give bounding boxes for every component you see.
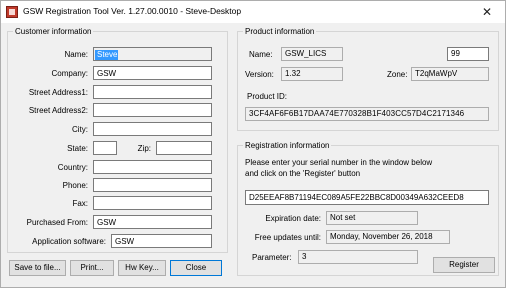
phone-label: Phone:: [62, 181, 88, 190]
zip-field[interactable]: [156, 141, 212, 155]
version-value: 1.32: [281, 67, 343, 81]
company-label: Company:: [51, 69, 88, 78]
company-field[interactable]: [93, 66, 212, 80]
zone-label: Zone:: [387, 70, 408, 79]
window-title: GSW Registration Tool Ver. 1.27.00.0010 …: [23, 6, 242, 16]
product-name-label: Name:: [249, 50, 273, 59]
expiration-date-label: Expiration date:: [265, 214, 321, 223]
version-label: Version:: [245, 70, 274, 79]
product-info-legend: Product information: [245, 27, 315, 36]
country-field[interactable]: [93, 160, 212, 174]
window-close-icon[interactable]: ✕: [473, 2, 501, 22]
product-id-value: 3CF4AF6F6B17DAA74E770328B1F403CC57D4C217…: [245, 107, 489, 121]
street1-label: Street Address1:: [28, 88, 88, 97]
serial-number-field[interactable]: [245, 190, 489, 205]
free-updates-value: Monday, November 26, 2018: [326, 230, 450, 244]
street2-label: Street Address2:: [28, 106, 88, 115]
zip-label: Zip:: [137, 144, 151, 153]
application-software-field[interactable]: [111, 234, 212, 248]
register-button[interactable]: Register: [433, 257, 495, 273]
title-bar[interactable]: GSW Registration Tool Ver. 1.27.00.0010 …: [1, 1, 505, 23]
country-label: Country:: [57, 163, 88, 172]
purchased-from-label: Purchased From:: [26, 218, 88, 227]
parameter-label: Parameter:: [252, 253, 292, 262]
registration-instructions: Please enter your serial number in the w…: [245, 158, 433, 178]
state-field[interactable]: [93, 141, 117, 155]
parameter-value: 3: [298, 250, 418, 264]
free-updates-label: Free updates until:: [254, 233, 321, 242]
customer-name-field[interactable]: [93, 47, 212, 61]
print-button[interactable]: Print...: [70, 260, 114, 276]
registration-dialog: GSW Registration Tool Ver. 1.27.00.0010 …: [0, 0, 506, 288]
close-button[interactable]: Close: [170, 260, 222, 276]
app-icon: [6, 6, 18, 18]
license-count-value: 99: [447, 47, 489, 61]
purchased-from-field[interactable]: [93, 215, 212, 229]
product-name-value: GSW_LICS: [281, 47, 343, 61]
street1-field[interactable]: [93, 85, 212, 99]
name-label: Name:: [64, 50, 88, 59]
registration-info-legend: Registration information: [245, 141, 330, 150]
fax-label: Fax:: [72, 199, 88, 208]
save-to-file-button[interactable]: Save to file...: [9, 260, 66, 276]
application-software-label: Application software:: [32, 237, 106, 246]
customer-info-legend: Customer information: [15, 27, 92, 36]
city-field[interactable]: [93, 122, 212, 136]
zone-value: T2qMaWpV: [411, 67, 489, 81]
expiration-date-value: Not set: [326, 211, 418, 225]
city-label: City:: [72, 125, 88, 134]
street2-field[interactable]: [93, 103, 212, 117]
state-label: State:: [67, 144, 88, 153]
hw-key-button[interactable]: Hw Key...: [118, 260, 166, 276]
product-id-label: Product ID:: [247, 92, 288, 101]
fax-field[interactable]: [93, 196, 212, 210]
phone-field[interactable]: [93, 178, 212, 192]
